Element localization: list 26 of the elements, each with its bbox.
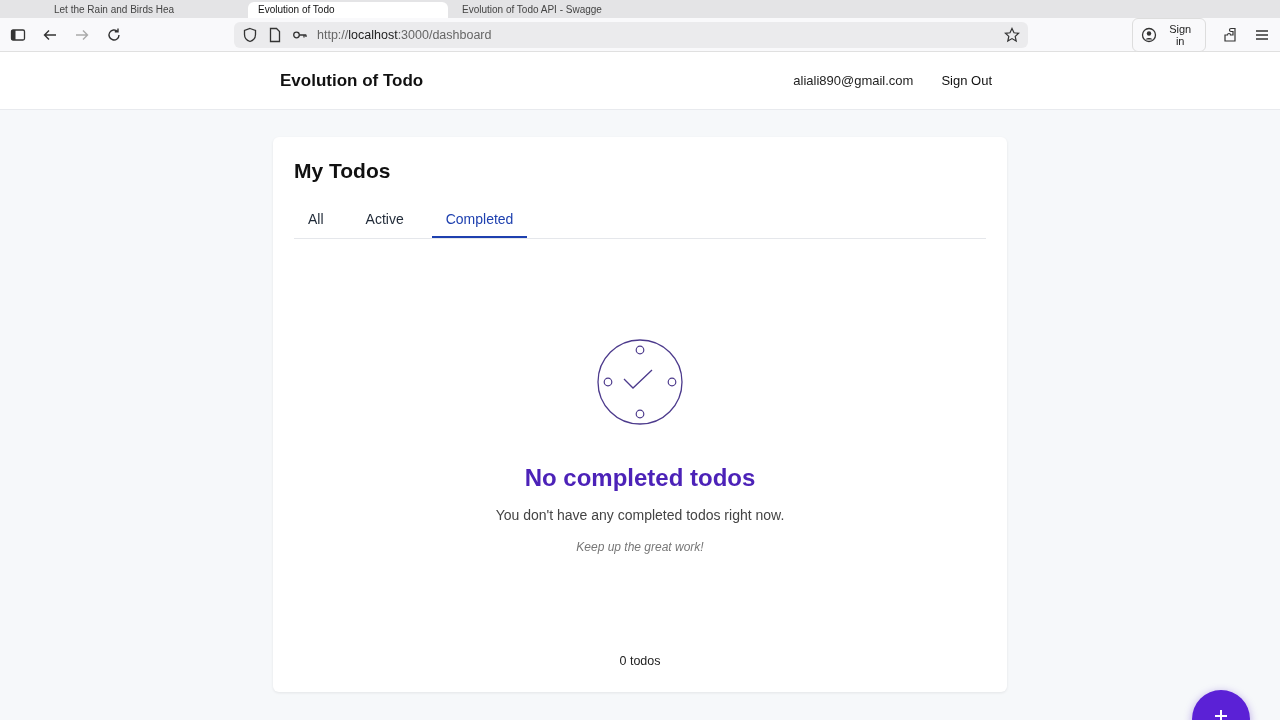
todo-count: 0 todos [618,654,662,670]
url-text: http://localhost:3000/dashboard [317,27,492,42]
empty-state-message: You don't have any completed todos right now. [495,507,785,523]
sign-out-button[interactable]: Sign Out [933,69,1000,92]
browser-tab[interactable]: Evolution of Todo [248,2,448,18]
page-icon [267,26,283,43]
star-icon[interactable] [1004,26,1021,43]
app-title: Evolution of Todo [280,70,424,91]
filter-tab[interactable]: Active [351,205,418,238]
check-circle-icon [596,338,684,426]
shield-icon [242,26,258,43]
reload-icon[interactable] [106,26,122,43]
card-title: My Todos [294,159,392,183]
browser-tab[interactable]: Evolution of Todo API - Swagge [452,2,652,18]
sign-in-button[interactable]: Sign in [1132,17,1206,52]
filter-tab[interactable]: All [294,205,338,238]
extensions-icon[interactable] [1222,26,1238,43]
sidebar-icon[interactable] [10,26,26,43]
address-bar[interactable]: http://localhost:3000/dashboard [234,21,1029,48]
browser-tab[interactable]: Let the Rain and Birds Hea [44,2,244,18]
account-icon [1141,26,1158,43]
user-email: aliali890@gmail.com [793,73,914,88]
plus-icon [1213,708,1229,720]
empty-state-title: No completed todos [524,464,756,492]
empty-state-note: Keep up the great work! [576,540,704,554]
filter-tab[interactable]: Completed [431,205,528,238]
